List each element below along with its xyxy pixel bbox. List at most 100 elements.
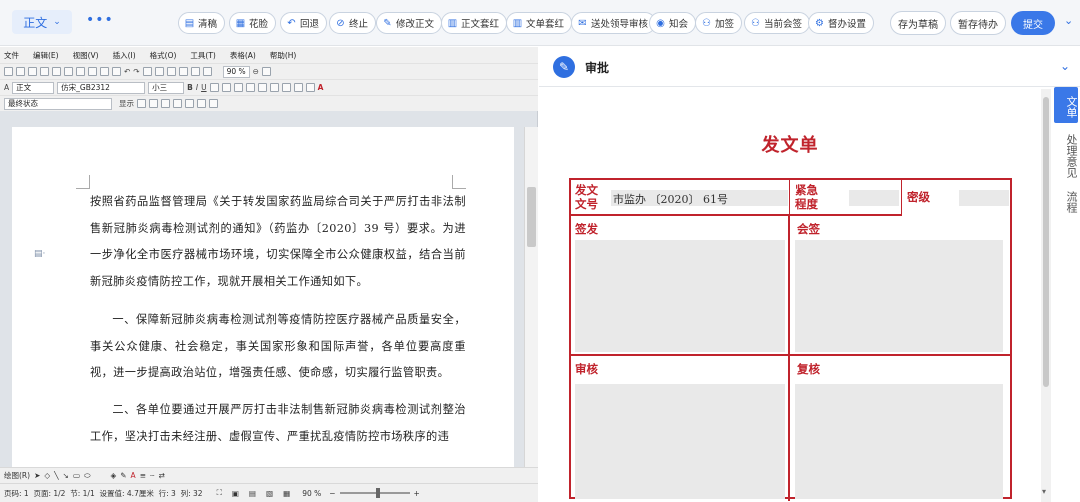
zoom-slider-thumb[interactable] [375,488,380,498]
draw-menu[interactable]: 绘图(R) [4,470,30,481]
align-left-icon[interactable] [209,83,219,92]
editor-scroll-thumb[interactable] [527,187,536,247]
text-color-icon[interactable]: A [131,471,136,480]
line-style-icon[interactable]: ≡ [140,471,146,480]
menu-format[interactable]: 格式(O) [150,50,177,61]
arrow-icon[interactable]: ↘ [63,471,69,480]
editor-vertical-scrollbar[interactable] [524,127,538,467]
send-leader-button[interactable]: ✉ 送处领导审核 [571,12,657,34]
notify-button[interactable]: ◉ 知会 [649,12,697,34]
zoom-slider[interactable] [339,488,410,498]
undo-icon[interactable]: ↶ [124,67,130,76]
indent-icon[interactable] [293,83,303,92]
bullets-icon[interactable] [281,83,291,92]
line-color-icon[interactable]: ✎ [120,471,126,480]
menu-view[interactable]: 视图(V) [73,50,99,61]
rollback-button[interactable]: ↶ 回退 [280,12,328,34]
spell-icon[interactable] [64,67,73,76]
recheck-field[interactable] [795,384,1003,499]
sign-field[interactable] [575,240,785,352]
edit-text-button[interactable]: ✎ 修改正文 [376,12,443,34]
document-page[interactable]: ▤· 按照省药品监督管理局《关于转发国家药监局综合司关于严厉打击非法制售新冠肺炎… [12,127,514,467]
doc-map-icon[interactable] [190,67,200,76]
track-button[interactable]: ▦ 花脸 [229,12,277,34]
prev-change-icon[interactable] [137,99,146,108]
reject-change-icon[interactable] [173,99,182,108]
highlight-icon[interactable] [305,83,315,92]
style-select[interactable]: 正文 [12,81,55,94]
zoom-plus-icon[interactable]: + [414,489,420,498]
save-draft-button[interactable]: 存为草稿 [890,11,946,35]
autoshape-icon[interactable]: ◇ [44,471,50,480]
zoom-out-icon[interactable]: ⊖ [253,67,259,76]
form-redhead-button[interactable]: ▥ 文单套红 [506,12,573,34]
approval-header[interactable]: ✎ 审批 ⌄ [539,47,1080,87]
table-icon[interactable] [154,67,164,76]
text-redhead-button[interactable]: ▥ 正文套红 [441,12,508,34]
underline-icon[interactable]: U [201,83,207,92]
font-select[interactable]: 仿宋_GB2312 [57,81,146,94]
hyperlink-icon[interactable] [142,67,152,76]
redo-icon[interactable]: ↷ [133,67,139,76]
size-select[interactable]: 小三 [148,81,185,94]
next-change-icon[interactable] [149,99,158,108]
supervise-settings-button[interactable]: ⚙ 督办设置 [808,12,875,34]
menu-file[interactable]: 文件 [4,50,19,61]
submit-button[interactable]: 提交 [1011,11,1055,35]
cut-icon[interactable] [76,67,85,76]
fill-color-icon[interactable]: ◈ [110,471,116,480]
accept-change-icon[interactable] [161,99,170,108]
numbering-icon[interactable] [269,83,279,92]
paste-icon[interactable] [100,67,109,76]
select-arrow-icon[interactable]: ➤ [34,471,40,480]
more-icon[interactable]: ••• [86,12,114,28]
approval-scroll-thumb[interactable] [1043,97,1049,387]
align-center-icon[interactable] [221,83,231,92]
zoom-minus-icon[interactable]: − [329,489,335,498]
fullscreen-icon[interactable]: ⛶ [217,488,222,498]
line-spacing-icon[interactable] [257,83,267,92]
page-view-icon[interactable]: ▣ [232,489,239,498]
bold-icon[interactable]: B [187,83,193,92]
approval-scrollbar[interactable]: ▾ [1041,89,1051,502]
chevron-down-icon[interactable]: ⌄ [1060,59,1070,73]
outline-view-icon[interactable]: ▤ [249,489,256,498]
preview-icon[interactable] [52,67,61,76]
chevron-down-icon[interactable]: ⌄ [1064,14,1073,27]
read-view-icon[interactable]: ▦ [283,489,290,498]
side-tab-flow[interactable]: 流程 [1054,187,1078,217]
save-icon[interactable] [28,67,37,76]
columns-icon[interactable] [166,67,176,76]
menu-table[interactable]: 表格(A) [230,50,256,61]
save-pending-button[interactable]: 暂存待办 [950,11,1006,35]
doc-tab[interactable]: 正文 ⌄ [12,10,72,34]
reviewing-pane-icon[interactable] [209,99,218,108]
menu-insert[interactable]: 插入(I) [113,50,136,61]
align-right-icon[interactable] [233,83,243,92]
show-marks-icon[interactable] [202,67,212,76]
read-mode-icon[interactable] [261,67,271,76]
print-icon[interactable] [40,67,49,76]
clean-button[interactable]: ▤ 清稿 [178,12,226,34]
justify-icon[interactable] [245,83,255,92]
track-changes-icon[interactable] [197,99,206,108]
add-sign-button[interactable]: ⚇ 加签 [695,12,743,34]
menu-tools[interactable]: 工具(T) [190,50,215,61]
side-tab-opinion[interactable]: 处理意见 [1054,131,1078,181]
new-doc-icon[interactable] [4,67,13,76]
format-painter-icon[interactable] [112,67,121,76]
copy-icon[interactable] [88,67,97,76]
dash-style-icon[interactable]: ┄ [150,471,155,480]
review-field[interactable] [575,384,785,499]
oval-icon[interactable]: ⬭ [84,471,90,481]
show-menu[interactable]: 显示 [119,98,134,109]
menu-edit[interactable]: 编辑(E) [33,50,59,61]
line-icon[interactable]: ╲ [54,471,59,480]
zoom-select[interactable]: 90 % [222,65,250,78]
drawing-icon[interactable] [178,67,188,76]
scroll-down-icon[interactable]: ▾ [1042,487,1046,496]
rectangle-icon[interactable]: ▭ [73,471,80,480]
terminate-button[interactable]: ⊘ 终止 [329,12,377,34]
font-color-icon[interactable]: A [318,83,324,92]
arrow-style-icon[interactable]: ⇄ [159,471,165,480]
